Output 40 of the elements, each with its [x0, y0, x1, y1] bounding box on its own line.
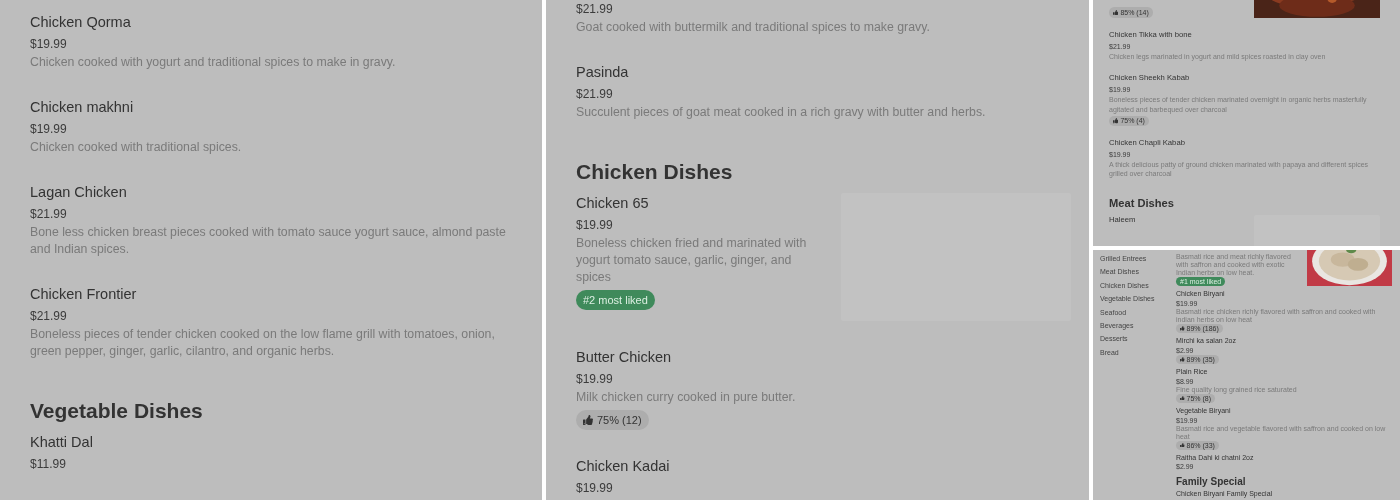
thumbs-up-icon — [1113, 118, 1119, 124]
dish-name[interactable]: Chicken Frontier — [30, 284, 137, 304]
dish-name[interactable]: Pasinda — [576, 62, 629, 82]
dish-price: $11.99 — [30, 456, 66, 473]
thumbs-up-icon — [1113, 10, 1119, 16]
section-heading: Chicken Dishes — [576, 159, 734, 185]
thumbs-up-icon — [1180, 395, 1185, 401]
dish-description: Bone less chicken breast pieces cooked with tomato sauce yogurt sauce, almond paste and Indian spices. — [30, 224, 507, 258]
thumbs-up-icon — [1180, 357, 1185, 362]
dish-name[interactable]: Chicken makhni — [30, 97, 134, 117]
dish-price: $21.99 — [576, 86, 613, 103]
dish-name[interactable]: Butter Chicken — [576, 347, 672, 367]
thumbs-up-icon — [583, 415, 593, 425]
dish-description: Boneless pieces of tender chicken cooked on the low flame grill with tomatoes, onion, green pepper, ginger, garlic, cilantro, and organic herbs. — [30, 326, 496, 360]
dish-price: $19.99 — [30, 36, 67, 53]
dish-description: Succulent pieces of goat meat cooked in a rich gravy with butter and herbs. — [576, 104, 986, 121]
section-heading: Meat Dishes — [1109, 196, 1175, 211]
thumbs-up-icon — [1180, 442, 1185, 448]
dish-price: $19.99 — [576, 480, 613, 497]
most-liked-badge: #2 most liked — [576, 290, 655, 310]
dish-name[interactable]: Khatti Dal — [30, 432, 93, 452]
dish-description: Goat cooked with buttermilk and traditional spices to make gravy. — [576, 19, 930, 36]
dish-name[interactable]: Chicken 65 — [576, 193, 649, 213]
dish-name[interactable]: Chicken Qorma — [30, 12, 131, 32]
dish-description: Milk chicken curry cooked in pure butter. — [576, 389, 796, 406]
dish-name[interactable]: Lagan Chicken — [30, 182, 127, 202]
dish-name[interactable]: Chicken Kadai — [576, 456, 670, 476]
section-heading: Vegetable Dishes — [30, 398, 204, 424]
dish-price: $21.99 — [30, 308, 67, 325]
dish-description: Boneless chicken fried and marinated with yogurt tomato sauce, garlic, ginger, and spices — [576, 235, 808, 286]
dish-description: Chicken cooked with traditional spices. — [30, 139, 242, 156]
section-heading: Family Special — [1176, 476, 1247, 489]
rating-text: 75% (12) — [597, 414, 642, 426]
dish-price: $19.99 — [576, 371, 613, 388]
dish-price: $19.99 — [576, 217, 613, 234]
dish-price: $19.99 — [30, 121, 67, 138]
dish-description: Chicken cooked with yogurt and traditional spices to make in gravy. — [30, 54, 396, 71]
thumbs-up-icon — [1180, 326, 1185, 331]
dish-price: $21.99 — [576, 1, 613, 18]
dish-price: $21.99 — [30, 206, 67, 223]
